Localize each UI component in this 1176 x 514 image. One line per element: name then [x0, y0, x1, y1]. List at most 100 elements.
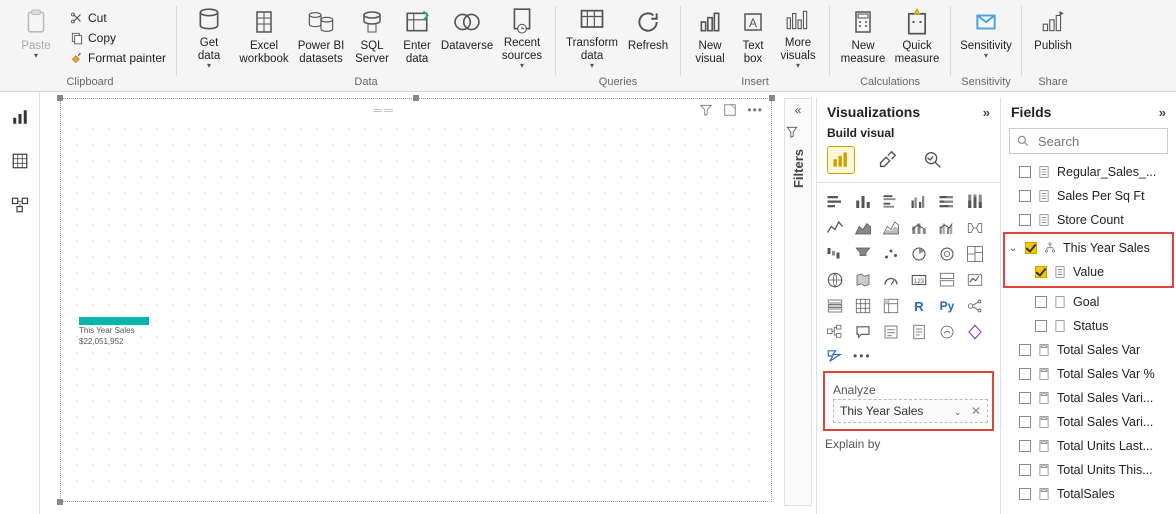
field-row[interactable]: Total Sales Vari...	[1005, 410, 1172, 434]
checkbox[interactable]	[1019, 392, 1031, 404]
text-box-button[interactable]: A Text box	[733, 2, 773, 70]
filled-map-icon[interactable]	[851, 269, 875, 291]
checkbox[interactable]	[1019, 368, 1031, 380]
model-view-button[interactable]	[9, 194, 31, 216]
table-icon[interactable]	[851, 295, 875, 317]
r-visual-icon[interactable]: R	[907, 295, 931, 317]
quick-measure-button[interactable]: Quick measure	[890, 2, 944, 70]
get-data-button[interactable]: Get data ▾	[183, 2, 235, 70]
excel-workbook-button[interactable]: Excel workbook	[235, 2, 293, 70]
checkbox[interactable]	[1035, 320, 1047, 332]
chevron-right-icon[interactable]: »	[1159, 105, 1166, 120]
report-canvas[interactable]: ══ ••• This Year Sales $22,051,952	[60, 98, 772, 502]
ribbon-chart-icon[interactable]	[963, 217, 987, 239]
checkbox[interactable]	[1019, 344, 1031, 356]
field-child[interactable]: Value	[1005, 260, 1172, 284]
line-chart-icon[interactable]	[823, 217, 847, 239]
donut-icon[interactable]	[935, 243, 959, 265]
hundred-column-icon[interactable]	[963, 191, 987, 213]
checkbox[interactable]	[1019, 214, 1031, 226]
checkbox[interactable]	[1019, 464, 1031, 476]
checkbox-checked[interactable]	[1035, 266, 1047, 278]
paste-button[interactable]: Paste ▾	[10, 2, 62, 70]
line-clustered-col-icon[interactable]	[935, 217, 959, 239]
filters-pane-collapsed[interactable]: « Filters	[784, 98, 812, 506]
pie-icon[interactable]	[907, 243, 931, 265]
smart-narrative-icon[interactable]	[879, 321, 903, 343]
new-measure-button[interactable]: New measure	[836, 2, 890, 70]
field-row[interactable]: Total Sales Vari...	[1005, 386, 1172, 410]
qna-icon[interactable]	[851, 321, 875, 343]
power-automate-icon[interactable]	[825, 347, 845, 365]
data-view-button[interactable]	[9, 150, 31, 172]
field-row[interactable]: Store Count	[1005, 208, 1172, 232]
sql-server-button[interactable]: SQL Server	[349, 2, 395, 70]
hundred-bar-icon[interactable]	[935, 191, 959, 213]
field-row[interactable]: Total Units Last...	[1005, 434, 1172, 458]
field-row[interactable]: Regular_Sales_...	[1005, 160, 1172, 184]
cut-button[interactable]: Cut	[66, 8, 170, 28]
focus-mode-icon[interactable]	[723, 103, 737, 117]
chevron-down-icon[interactable]: ⌄	[1007, 243, 1019, 254]
stacked-column-icon[interactable]	[851, 191, 875, 213]
analyze-well[interactable]: This Year Sales ⌄ ✕	[833, 399, 988, 423]
copy-button[interactable]: Copy	[66, 28, 170, 48]
matrix-icon[interactable]	[879, 295, 903, 317]
new-visual-button[interactable]: New visual	[687, 2, 733, 70]
py-visual-icon[interactable]: Py	[935, 295, 959, 317]
slicer-icon[interactable]	[823, 295, 847, 317]
area-chart-icon[interactable]	[851, 217, 875, 239]
field-row[interactable]: Goal	[1005, 290, 1172, 314]
checkbox[interactable]	[1035, 296, 1047, 308]
dataverse-button[interactable]: Dataverse	[439, 2, 495, 70]
gauge-icon[interactable]	[879, 269, 903, 291]
field-row[interactable]: Total Sales Var %	[1005, 362, 1172, 386]
card-icon[interactable]: 123	[907, 269, 931, 291]
field-row[interactable]: Total Units This...	[1005, 458, 1172, 482]
line-stacked-col-icon[interactable]	[907, 217, 931, 239]
filter-icon[interactable]	[699, 103, 713, 117]
multi-row-card-icon[interactable]	[935, 269, 959, 291]
field-row[interactable]: TotalSales	[1005, 482, 1172, 506]
analytics-tab[interactable]	[919, 146, 947, 174]
recent-sources-button[interactable]: Recent sources ▾	[495, 2, 549, 70]
paginated-icon[interactable]	[907, 321, 931, 343]
chevron-right-icon[interactable]: »	[983, 105, 990, 120]
drag-grip-icon[interactable]: ══	[374, 103, 395, 117]
clustered-bar-icon[interactable]	[879, 191, 903, 213]
field-row[interactable]: Sales Per Sq Ft	[1005, 184, 1172, 208]
field-row[interactable]: Total Sales Var	[1005, 338, 1172, 362]
build-visual-tab[interactable]	[827, 146, 855, 174]
checkbox[interactable]	[1019, 190, 1031, 202]
checkbox[interactable]	[1019, 166, 1031, 178]
treemap-icon[interactable]	[963, 243, 987, 265]
scatter-icon[interactable]	[879, 243, 903, 265]
stacked-area-icon[interactable]	[879, 217, 903, 239]
more-visuals-ellipsis[interactable]: •••	[853, 349, 872, 363]
chevron-down-icon[interactable]: ⌄	[954, 407, 962, 417]
checkbox[interactable]	[1019, 488, 1031, 500]
clustered-column-icon[interactable]	[907, 191, 931, 213]
waterfall-icon[interactable]	[823, 243, 847, 265]
pbi-datasets-button[interactable]: Power BI datasets	[293, 2, 349, 70]
stacked-bar-icon[interactable]	[823, 191, 847, 213]
sensitivity-button[interactable]: Sensitivity ▾	[957, 2, 1015, 70]
visual-placeholder[interactable]: This Year Sales $22,051,952	[79, 317, 149, 347]
remove-field-icon[interactable]: ✕	[971, 404, 981, 418]
enter-data-button[interactable]: Enter data	[395, 2, 439, 70]
power-apps-icon[interactable]	[963, 321, 987, 343]
format-visual-tab[interactable]	[873, 146, 901, 174]
checkbox[interactable]	[1019, 440, 1031, 452]
funnel-icon[interactable]	[851, 243, 875, 265]
key-influencers-icon[interactable]	[963, 295, 987, 317]
decomp-tree-icon[interactable]	[823, 321, 847, 343]
transform-data-button[interactable]: Transform data ▾	[562, 2, 622, 70]
search-input[interactable]	[1036, 133, 1176, 150]
checkbox-checked[interactable]	[1025, 242, 1037, 254]
refresh-button[interactable]: Refresh	[622, 2, 674, 70]
map-icon[interactable]	[823, 269, 847, 291]
checkbox[interactable]	[1019, 416, 1031, 428]
field-hierarchy[interactable]: ⌄ This Year Sales	[1005, 236, 1172, 260]
report-view-button[interactable]	[9, 106, 31, 128]
format-painter-button[interactable]: Format painter	[66, 48, 170, 68]
